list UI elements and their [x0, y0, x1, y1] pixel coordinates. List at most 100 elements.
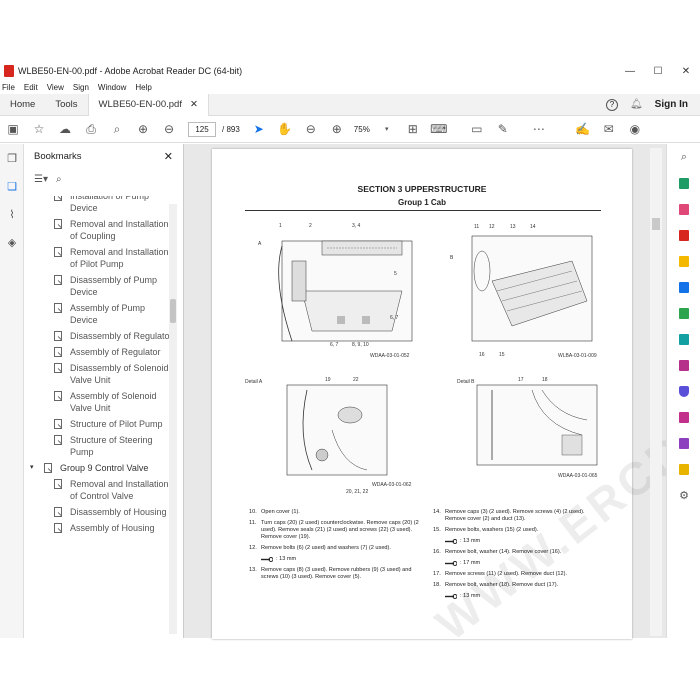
- more-tools-icon[interactable]: ⚙: [667, 482, 700, 508]
- create-pdf-icon[interactable]: [667, 222, 700, 248]
- bookmark-find-icon[interactable]: ⌕: [56, 174, 62, 185]
- minimize-icon[interactable]: —: [616, 66, 644, 77]
- tab-home[interactable]: Home: [0, 94, 45, 116]
- bookmark-scrollbar[interactable]: [169, 204, 177, 634]
- fit-page-icon[interactable]: ⊞: [400, 119, 426, 139]
- figure-detail-b: [476, 384, 598, 466]
- search-tool-icon[interactable]: ⌕: [667, 144, 700, 170]
- bookmark-label: Disassembly of Pump Device: [70, 275, 158, 297]
- protect-icon[interactable]: [667, 378, 700, 404]
- menu-sign[interactable]: Sign: [73, 83, 89, 92]
- bookmark-item[interactable]: Removal and Installation of Pilot Pump: [24, 246, 174, 270]
- bookmark-item[interactable]: Structure of Pilot Pump: [24, 418, 174, 430]
- wrench-icon: [445, 561, 457, 566]
- attachments-icon[interactable]: ⌇: [0, 200, 24, 228]
- bookmark-item[interactable]: Disassembly of Housing: [24, 506, 174, 518]
- combine-files-icon[interactable]: [667, 274, 700, 300]
- page-down-icon[interactable]: ⊖: [156, 119, 182, 139]
- organize-pages-icon[interactable]: [667, 196, 700, 222]
- close-panel-icon[interactable]: ✕: [164, 150, 173, 163]
- sign-in-button[interactable]: Sign In: [655, 99, 688, 110]
- wrench-size-text: : 17 mm: [460, 560, 481, 566]
- fill-sign-icon[interactable]: [667, 352, 700, 378]
- bookmark-scroll-thumb[interactable]: [170, 299, 176, 323]
- maximize-icon[interactable]: ☐: [644, 66, 672, 77]
- page-number-input[interactable]: 125: [188, 121, 216, 137]
- print-icon[interactable]: ⎙: [78, 119, 104, 139]
- mail-icon[interactable]: ✉: [596, 119, 622, 139]
- scan-ocr-icon[interactable]: [667, 326, 700, 352]
- expand-chevron-icon[interactable]: ▾: [30, 462, 40, 474]
- bookmark-item[interactable]: Assembly of Pump Device: [24, 302, 174, 326]
- certificates-icon[interactable]: [667, 456, 700, 482]
- comment-tool-icon[interactable]: [667, 248, 700, 274]
- bookmark-item[interactable]: Disassembly of Regulator: [24, 330, 174, 342]
- edit-sign-icon[interactable]: ✍: [570, 119, 596, 139]
- step-number: 14.: [433, 509, 441, 515]
- bookmark-item[interactable]: Assembly of Regulator: [24, 346, 174, 358]
- select-cursor-icon[interactable]: ➤: [246, 119, 272, 139]
- document-scrollbar[interactable]: [650, 148, 662, 636]
- cloud-upload-icon[interactable]: ☁: [52, 119, 78, 139]
- wrench-size-text: : 13 mm: [460, 538, 481, 544]
- bell-icon[interactable]: 🔔︎: [630, 99, 643, 110]
- main-toolbar: ▣ ☆ ☁ ⎙ ⌕ ⊕ ⊖ 125 / 893 ➤ ✋ ⊖ ⊕ 75% ▾ ⊞ …: [0, 116, 700, 143]
- bookmark-options-icon[interactable]: ☰▾: [34, 174, 48, 185]
- help-icon[interactable]: ?: [605, 98, 618, 111]
- bookmark-item[interactable]: Assembly of Solenoid Valve Unit: [24, 390, 174, 414]
- bookmark-item[interactable]: Structure of Steering Pump: [24, 434, 174, 458]
- left-nav-rail: ❐ ❏ ⌇ ◈: [0, 144, 24, 638]
- menu-edit[interactable]: Edit: [24, 83, 38, 92]
- bookmark-label: Removal and Installation of Pilot Pump: [70, 247, 169, 269]
- hand-tool-icon[interactable]: ✋: [272, 119, 298, 139]
- menu-file[interactable]: File: [2, 83, 15, 92]
- pdf-page: SECTION 3 UPPERSTRUCTURE Group 1 Cab 1 2…: [212, 149, 632, 639]
- menu-window[interactable]: Window: [98, 83, 126, 92]
- bookmarks-panel-icon[interactable]: ❏: [0, 172, 24, 200]
- bookmark-item[interactable]: Removal and Installation of Control Valv…: [24, 478, 174, 502]
- export-pdf-icon[interactable]: [667, 170, 700, 196]
- close-icon[interactable]: ✕: [672, 66, 700, 77]
- comment-icon[interactable]: ▭: [464, 119, 490, 139]
- wrench-size-text: : 13 mm: [276, 556, 297, 562]
- zoom-level[interactable]: 75%: [354, 125, 370, 134]
- tab-close-icon[interactable]: ✕: [190, 94, 198, 116]
- keyboard-icon[interactable]: ⌨: [426, 119, 452, 139]
- more-icon[interactable]: ⋯: [526, 119, 552, 139]
- account-icon[interactable]: ◉: [622, 119, 648, 139]
- zoom-dropdown-icon[interactable]: ▾: [374, 119, 400, 139]
- compress-pdf-icon[interactable]: [667, 300, 700, 326]
- document-view[interactable]: SECTION 3 UPPERSTRUCTURE Group 1 Cab 1 2…: [184, 144, 700, 650]
- save-icon[interactable]: ▣: [0, 119, 26, 139]
- page-up-icon[interactable]: ⊕: [130, 119, 156, 139]
- tab-document[interactable]: WLBE50-EN-00.pdf ✕: [87, 93, 209, 116]
- pen-icon[interactable]: ✎: [490, 119, 516, 139]
- zoom-search-icon[interactable]: ⌕: [104, 119, 130, 139]
- bookmark-icon: [54, 219, 62, 229]
- bookmark-item[interactable]: Disassembly of Pump Device: [24, 274, 174, 298]
- bookmark-item[interactable]: Disassembly of Solenoid Valve Unit: [24, 362, 174, 386]
- bookmark-group[interactable]: ▾ Group 9 Control Valve: [24, 462, 174, 474]
- layers-icon[interactable]: ◈: [0, 228, 24, 256]
- callout: B: [450, 255, 454, 261]
- steps-left-column: 10. Open cover (1). 11. Turn caps (20) (2 u…: [249, 509, 419, 585]
- callout: 14: [530, 224, 536, 230]
- zoom-in-icon[interactable]: ⊕: [324, 119, 350, 139]
- send-signature-icon[interactable]: [667, 430, 700, 456]
- tab-tools[interactable]: Tools: [45, 94, 87, 116]
- page-thumbnails-icon[interactable]: ❐: [0, 144, 24, 172]
- bookmark-icon: [54, 419, 62, 429]
- bookmark-item[interactable]: Installation of Pump Device: [24, 196, 174, 214]
- callout: 20, 21, 22: [346, 489, 369, 495]
- menu-view[interactable]: View: [47, 83, 64, 92]
- step-number: 11.: [249, 520, 257, 526]
- bookmark-star-icon[interactable]: ☆: [26, 119, 52, 139]
- bookmark-item[interactable]: Removal and Installation of Coupling: [24, 218, 174, 242]
- callout: 8, 9, 10: [352, 342, 369, 348]
- document-scroll-thumb[interactable]: [652, 218, 660, 230]
- bookmark-item[interactable]: Assembly of Housing: [24, 522, 174, 534]
- menu-help[interactable]: Help: [135, 83, 151, 92]
- step-number: 15.: [433, 527, 441, 533]
- zoom-out-icon[interactable]: ⊖: [298, 119, 324, 139]
- prepare-form-icon[interactable]: [667, 404, 700, 430]
